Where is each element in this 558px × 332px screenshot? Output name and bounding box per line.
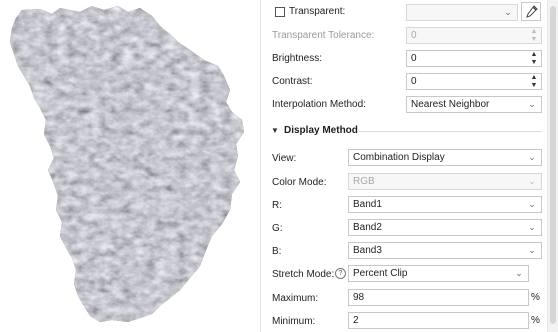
brightness-input[interactable]: 0 ▲ ▼: [406, 50, 542, 67]
brightness-spinner[interactable]: ▲ ▼: [530, 51, 538, 66]
collapse-caret-icon[interactable]: ▼: [271, 126, 279, 135]
section-divider: [359, 131, 542, 132]
minimum-label: Minimum:: [272, 316, 316, 327]
contrast-label: Contrast:: [272, 76, 313, 87]
minimum-input[interactable]: 2: [348, 312, 529, 329]
contrast-spinner[interactable]: ▲ ▼: [530, 74, 538, 89]
spin-up-icon: ▲: [530, 74, 538, 81]
vertical-scrollbar[interactable]: [547, 0, 558, 332]
transparent-checkbox[interactable]: [275, 7, 285, 17]
transparent-color-dropdown[interactable]: ⌄: [406, 4, 518, 21]
maximum-unit: %: [531, 292, 540, 303]
r-band-dropdown[interactable]: Band1 ⌄: [348, 196, 542, 213]
view-label: View:: [272, 153, 297, 164]
spin-down-icon: ▼: [530, 36, 538, 43]
interpolation-label: Interpolation Method:: [272, 99, 366, 110]
color-mode-dropdown[interactable]: RGB ⌄: [348, 173, 542, 190]
tolerance-spinner[interactable]: ▲ ▼: [530, 28, 538, 43]
chevron-down-icon: ⌄: [528, 199, 536, 209]
b-band-dropdown[interactable]: Band3 ⌄: [348, 242, 542, 259]
b-label: B:: [272, 246, 282, 257]
maximum-label: Maximum:: [272, 293, 319, 304]
interpolation-dropdown[interactable]: Nearest Neighbor ⌄: [406, 96, 542, 113]
maximum-input[interactable]: 98: [348, 289, 529, 306]
raster-preview: [0, 0, 261, 332]
spin-down-icon: ▼: [530, 59, 538, 66]
chevron-down-icon: ⌄: [528, 176, 536, 186]
chevron-down-icon: ⌄: [528, 152, 536, 162]
chevron-down-icon: ⌄: [528, 222, 536, 232]
r-label: R:: [272, 200, 282, 211]
help-circle-icon[interactable]: ?: [335, 268, 346, 279]
transparent-label: Transparent:: [289, 6, 346, 17]
g-label: G:: [272, 223, 283, 234]
spin-up-icon: ▲: [530, 28, 538, 35]
g-band-dropdown[interactable]: Band2 ⌄: [348, 219, 542, 236]
minimum-unit: %: [531, 315, 540, 326]
eyedropper-icon: [526, 5, 538, 18]
chevron-down-icon: ⌄: [528, 245, 536, 255]
chevron-down-icon: ⌄: [515, 268, 523, 278]
chevron-down-icon: ⌄: [504, 7, 512, 17]
contrast-input[interactable]: 0 ▲ ▼: [406, 73, 542, 90]
view-dropdown[interactable]: Combination Display ⌄: [348, 149, 542, 166]
scrollbar-thumb[interactable]: [550, 6, 556, 324]
transparent-tolerance-input[interactable]: 0 ▲ ▼: [406, 27, 542, 44]
symbology-panel: Transparent: ⌄ Transparent Tolerance: 0 …: [262, 0, 547, 332]
spin-up-icon: ▲: [530, 51, 538, 58]
display-method-title: Display Method: [284, 125, 358, 136]
terrain-raster-preview: [10, 6, 244, 322]
brightness-label: Brightness:: [272, 53, 323, 64]
stretch-mode-label: Stretch Mode:: [272, 269, 335, 280]
transparent-tolerance-label: Transparent Tolerance:: [272, 30, 375, 41]
eyedropper-button[interactable]: [521, 2, 541, 21]
stretch-mode-dropdown[interactable]: Percent Clip ⌄: [348, 265, 529, 282]
spin-down-icon: ▼: [530, 82, 538, 89]
chevron-down-icon: ⌄: [528, 99, 536, 109]
color-mode-label: Color Mode:: [272, 177, 327, 188]
